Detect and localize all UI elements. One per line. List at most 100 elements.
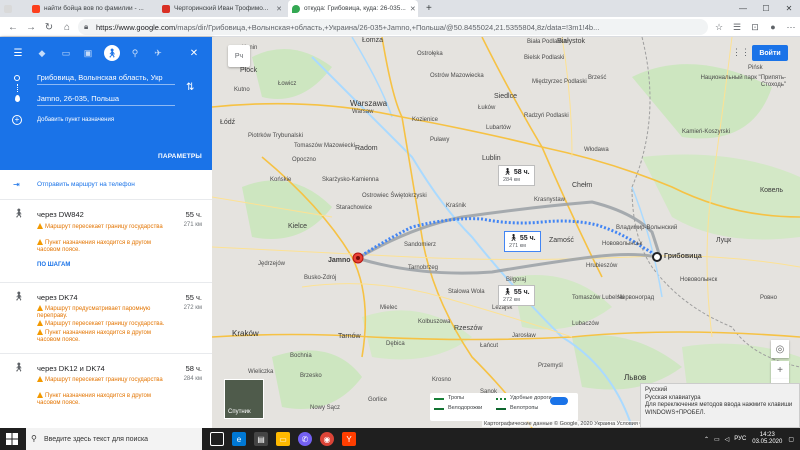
bookmark-star-icon[interactable]: ☆ (712, 20, 726, 34)
map-label: Łowicz (278, 81, 297, 87)
route-option[interactable]: 🚶︎ через DK12 и DK74 58 ч. 284 км Маршру… (0, 354, 212, 428)
map-label: Jarosław (512, 333, 536, 339)
map-label: Владимир-Волынский (616, 225, 678, 231)
new-tab-button[interactable]: + (422, 0, 438, 17)
minimize-button[interactable]: — (732, 0, 754, 17)
clock[interactable]: 14:23 03.05.2020 (752, 432, 782, 446)
map-search-button[interactable]: Рч (228, 45, 250, 67)
map-canvas[interactable]: Łomża Białystok Ostrołęka Ostrów Mazowie… (212, 37, 800, 428)
chevron-up-icon[interactable]: ⌃ (704, 436, 709, 443)
language-indicator[interactable]: РУС (734, 436, 746, 442)
close-icon[interactable]: ✕ (186, 45, 202, 61)
map-label: Mielec (380, 305, 398, 311)
destination-input[interactable]: Jamno, 26-035, Польша (37, 94, 175, 106)
ime-hint: Для переключения методов ввода нажмите к… (645, 402, 793, 416)
send-to-phone-icon: ⇥ (13, 180, 20, 189)
clock-time: 14:23 (759, 432, 775, 438)
edge-icon[interactable]: e (232, 432, 246, 446)
map-label: Biała Podlaska (527, 39, 567, 45)
route-callout[interactable]: 🚶︎ 55 ч. 272 км (498, 285, 535, 306)
task-view-icon[interactable] (210, 432, 224, 446)
walking-icon[interactable]: 🚶︎ (104, 45, 120, 61)
profile-icon[interactable]: ● (766, 20, 780, 34)
callout-distance: 272 км (503, 297, 520, 303)
map-label: Międzyrzec Podlaski (532, 79, 587, 85)
send-to-phone-row[interactable]: ⇥ Отправить маршрут на телефон (0, 170, 212, 200)
notifications-icon[interactable]: ▢ (788, 436, 794, 443)
map-label: Ostrowiec Świętokrzyski (362, 193, 427, 199)
yandex-icon (32, 4, 40, 13)
windows-start-icon[interactable] (6, 433, 18, 445)
yandex-browser-icon[interactable]: Y (342, 432, 356, 446)
legend-toggle[interactable] (550, 397, 568, 405)
flight-icon[interactable]: ✈︎ (150, 45, 166, 61)
menu-icon[interactable]: ☰ (10, 45, 26, 61)
collections-icon[interactable]: ⊡ (748, 20, 762, 34)
url-path: /maps/dir/Грибовица,+Волынская+область,+… (175, 22, 600, 32)
login-button[interactable]: Войти (752, 45, 788, 61)
reload-button[interactable]: ↻ (42, 20, 56, 34)
best-route-icon[interactable]: ◆ (34, 45, 50, 61)
map-label: Lubaczów (572, 321, 600, 327)
map-label: Łuków (478, 105, 496, 111)
route-callout-selected[interactable]: 🚶︎ 55 ч. 271 км (504, 231, 541, 252)
map-label: Kozienice (412, 117, 439, 123)
swap-icon[interactable]: ⇅ (186, 82, 194, 93)
options-button[interactable]: ПАРАМЕТРЫ (158, 153, 202, 160)
taskbar-search-input[interactable]: ⚲ Введите здесь текст для поиска (26, 428, 202, 450)
legend-trails: Тропы (448, 395, 465, 401)
star-icon (162, 4, 170, 13)
viber-icon[interactable]: ✆ (298, 432, 312, 446)
route-duration: 55 ч. (185, 293, 202, 302)
more-menu-icon[interactable]: ⋯ (784, 20, 798, 34)
map-label: Sandomierz (404, 242, 437, 248)
tab-actions[interactable] (0, 0, 26, 17)
volume-icon[interactable]: ◁ (725, 436, 730, 443)
map-label: Biłgoraj (506, 277, 527, 283)
map-label: Kraśnik (446, 203, 467, 209)
add-destination-link[interactable]: Добавить пункт назначения (37, 117, 114, 123)
chrome-icon[interactable]: ◉ (320, 432, 334, 446)
map-label: Stalowa Wola (448, 289, 485, 295)
route-callout[interactable]: 🚶︎ 58 ч. 284 км (498, 165, 535, 186)
car-icon[interactable]: ▭ (58, 45, 74, 61)
legend-roads-swatch (496, 398, 506, 400)
bicycle-icon[interactable]: ⚲ (127, 45, 143, 61)
steps-link[interactable]: ПО ШАГАМ (37, 262, 70, 268)
zoom-in-button[interactable]: + (771, 361, 789, 379)
file-explorer-icon[interactable]: ▭ (276, 432, 290, 446)
map-label: Hrubieszów (586, 263, 618, 269)
network-icon[interactable]: ▭ (714, 436, 720, 443)
my-location-button[interactable]: ◎ (771, 340, 789, 358)
send-to-phone-label: Отправить маршрут на телефон (37, 181, 135, 188)
add-destination-icon[interactable]: + (12, 115, 22, 125)
origin-input[interactable]: Грибовица, Волынская область, Укр (37, 73, 175, 85)
url-host: https://www.google.com (96, 22, 176, 32)
origin-marker[interactable] (652, 252, 662, 262)
back-button[interactable]: ← (6, 20, 20, 34)
system-tray: ⌃ ▭ ◁ РУС 14:23 03.05.2020 ▢ (704, 430, 794, 448)
forward-button[interactable]: → (24, 20, 38, 34)
walking-icon: 🚶︎ (13, 362, 25, 372)
tab-3-active[interactable]: откуда: Грибовица, куда: 26-035... ✕ (288, 0, 418, 17)
route-option[interactable]: 🚶︎ через DW842 55 ч. 271 км Маршрут пере… (0, 200, 212, 283)
tab-1[interactable]: найти бойца вов по фамилии - ... (28, 0, 156, 17)
close-tab-icon[interactable]: ✕ (406, 5, 416, 13)
home-icon[interactable]: ⌂ (60, 20, 74, 34)
url-input[interactable]: 🔒︎ https://www.google.com/maps/dir/Грибо… (78, 19, 708, 35)
map-label: Krasnystaw (534, 197, 566, 203)
favorites-icon[interactable]: ☰ (730, 20, 744, 34)
warning-icon (37, 239, 43, 245)
tab-title: откуда: Грибовица, куда: 26-035... (304, 5, 406, 12)
directions-panel: ☰ ◆ ▭ ▣ 🚶︎ ⚲ ✈︎ ✕ Грибовица, Волынская о… (0, 37, 212, 428)
warning-icon (37, 376, 43, 382)
transit-icon[interactable]: ▣ (80, 45, 96, 61)
tab-2[interactable]: Черторинский Иван Трофимо... ✕ (158, 0, 286, 17)
map-label: Busko-Zdrój (304, 275, 337, 281)
close-tab-icon[interactable]: ✕ (272, 5, 282, 13)
store-icon[interactable]: ▤ (254, 432, 268, 446)
close-window-button[interactable]: ✕ (778, 0, 800, 17)
maximize-button[interactable]: ☐ (755, 0, 777, 17)
route-option[interactable]: 🚶︎ через DK74 55 ч. 272 км Маршрут преду… (0, 283, 212, 354)
satellite-layer-toggle[interactable]: Спутник (224, 379, 264, 419)
